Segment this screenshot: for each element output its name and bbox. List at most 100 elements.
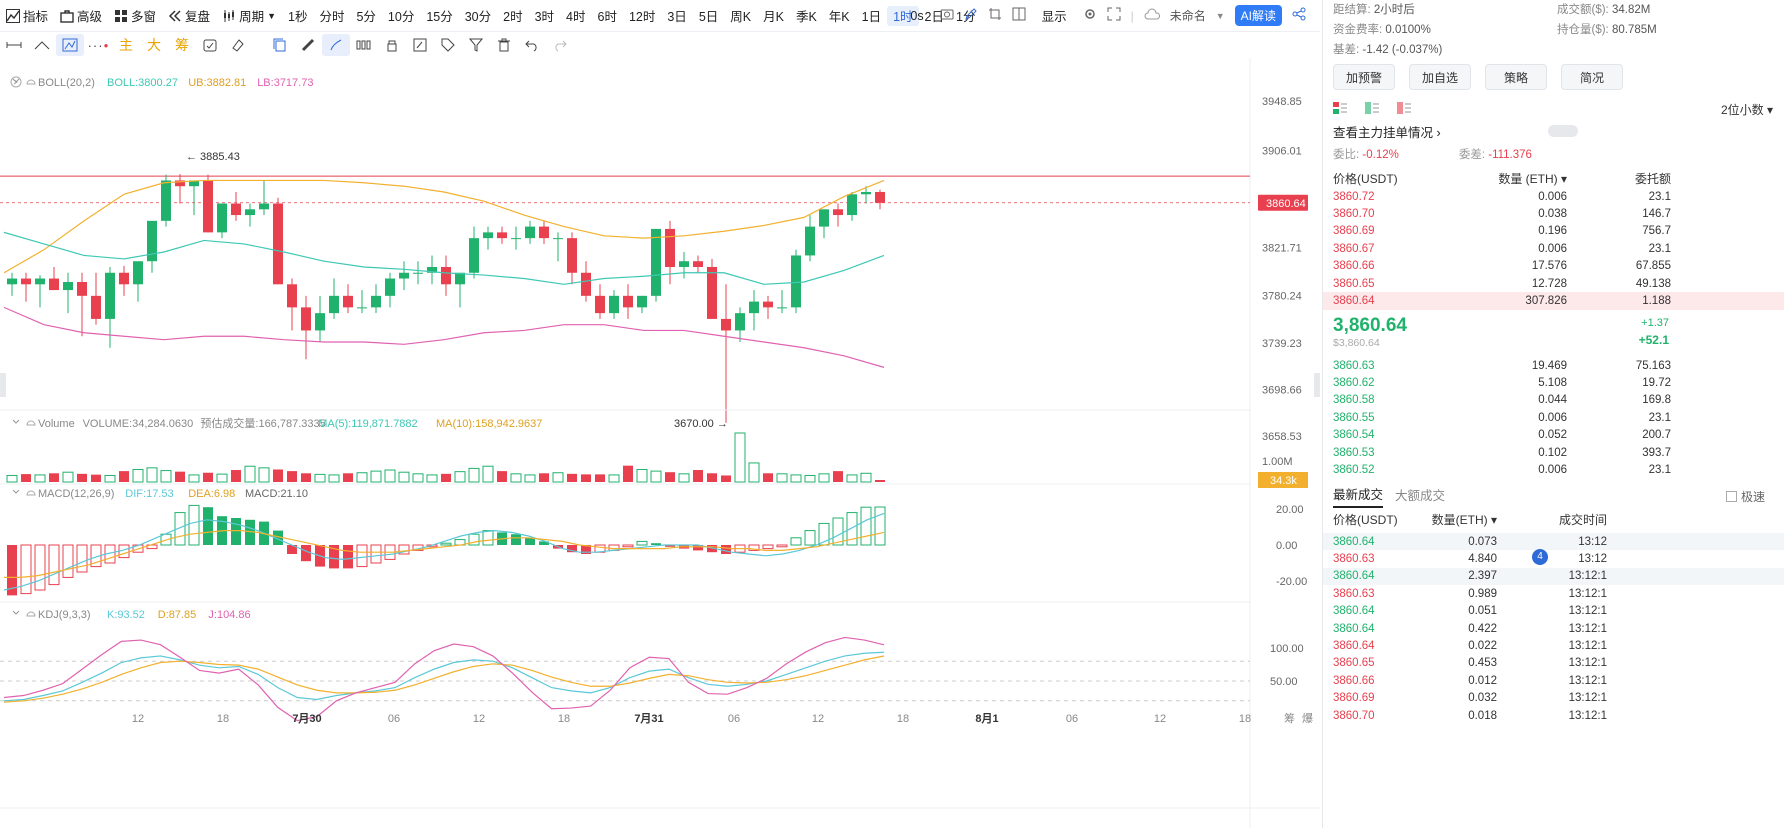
precision-select[interactable]: 2位小数 ▾	[1721, 101, 1773, 118]
more-dots-icon[interactable]: ··· ●	[84, 34, 112, 56]
bids-row[interactable]: 3860.63 19.469 75.163	[1323, 357, 1784, 374]
layout-icon[interactable]	[1012, 7, 1026, 24]
drawing-toolbar: ··· ● 主 大 筹	[0, 32, 620, 58]
eraser-icon[interactable]	[224, 34, 252, 56]
period-14[interactable]: 月K	[757, 6, 790, 25]
candle-body	[875, 191, 885, 203]
period-3[interactable]: 10分	[382, 6, 420, 25]
candlestick-chart[interactable]: BOLL(20,2) BOLL:3800.27 UB:3882.81 LB:3717.…	[0, 58, 1320, 828]
link-icon[interactable]	[294, 34, 322, 56]
candle-body	[847, 194, 857, 216]
chips-tool[interactable]: 筹	[168, 34, 196, 56]
period-12[interactable]: 5日	[693, 6, 724, 25]
period-11[interactable]: 3日	[661, 6, 692, 25]
brush-icon[interactable]	[322, 34, 350, 56]
period-label: 周期	[239, 10, 265, 24]
volume-bar	[384, 469, 396, 483]
period-4[interactable]: 15分	[420, 6, 458, 25]
period-10[interactable]: 12时	[623, 6, 661, 25]
ai-analysis-button[interactable]: AI解读	[1234, 5, 1282, 26]
filter-icon[interactable]	[462, 34, 490, 56]
period-0[interactable]: 1秒	[282, 6, 313, 25]
notification-badge[interactable]: 4	[1532, 549, 1548, 565]
strategy-button[interactable]: 策略	[1485, 64, 1547, 90]
fullscreen-icon[interactable]	[1107, 7, 1121, 24]
bids-row[interactable]: 3860.54 0.052 200.7	[1323, 427, 1784, 444]
asks-row[interactable]: 3860.69 0.196 756.7	[1323, 223, 1784, 240]
replay-button[interactable]: 复盘	[162, 6, 216, 25]
indicator-button[interactable]: 指标	[0, 6, 54, 25]
asks-row[interactable]: 3860.66 17.576 67.855	[1323, 258, 1784, 275]
trade-row: 3860.64 0.051 13:12:1	[1323, 603, 1784, 620]
book-title[interactable]: 查看主力挂单情况 ›	[1333, 122, 1441, 141]
time-tick: 8月1	[975, 712, 998, 725]
period-17[interactable]: 1日	[856, 6, 887, 25]
note-icon[interactable]	[406, 34, 434, 56]
trade-row: 3860.63 4.840 13:12	[1323, 550, 1784, 567]
calendar-icon[interactable]	[196, 34, 224, 56]
period-13[interactable]: 周K	[724, 6, 757, 25]
ray-tool-icon[interactable]	[28, 34, 56, 56]
period-button[interactable]: 周期 ▼	[216, 6, 282, 25]
trash-icon[interactable]	[490, 34, 518, 56]
toggle-switch[interactable]	[1548, 125, 1578, 137]
book-asks-icon[interactable]	[1397, 101, 1411, 117]
alert-button[interactable]: 加预警	[1333, 64, 1395, 90]
period-8[interactable]: 4时	[560, 6, 591, 25]
share-icon[interactable]	[1292, 7, 1306, 24]
bars-icon[interactable]	[350, 34, 378, 56]
tab-latest-trades[interactable]: 最新成交	[1333, 484, 1384, 508]
book-both-icon[interactable]	[1333, 101, 1347, 117]
fast-mode-checkbox[interactable]: 极速	[1725, 488, 1765, 505]
asks-row[interactable]: 3860.72 0.006 23.1	[1323, 188, 1784, 205]
camera-icon[interactable]	[940, 7, 954, 24]
watchlist-button[interactable]: 加自选	[1409, 64, 1471, 90]
line-tool-icon[interactable]	[0, 34, 28, 56]
book-bids-icon[interactable]	[1365, 101, 1379, 117]
period-16[interactable]: 年K	[823, 6, 856, 25]
volume-bar	[273, 469, 283, 482]
asks-row[interactable]: 3860.65 12.728 49.138	[1323, 275, 1784, 292]
bids-list: 3860.63 19.469 75.163 3860.62 5.108 19.72 3860…	[1323, 357, 1784, 479]
bids-row[interactable]: 3860.52 0.006 23.1	[1323, 461, 1784, 478]
period-7[interactable]: 3时	[529, 6, 560, 25]
tag-icon[interactable]	[434, 34, 462, 56]
summary-button[interactable]: 简况	[1561, 64, 1623, 90]
period-9[interactable]: 6时	[592, 6, 623, 25]
price-cell: 3860.64	[1333, 295, 1375, 308]
tab-large-trades[interactable]: 大额成交	[1395, 485, 1445, 507]
bids-row[interactable]: 3860.53 0.102 393.7	[1323, 444, 1784, 461]
period-5[interactable]: 30分	[459, 6, 497, 25]
undo-icon[interactable]	[518, 34, 546, 56]
multi-window-button[interactable]: 多窗	[108, 6, 162, 25]
lock-icon[interactable]	[378, 34, 406, 56]
asks-row[interactable]: 3860.64 307.826 1.188	[1323, 292, 1784, 310]
time-cell: 13:12:1	[1568, 587, 1607, 600]
main-force-tool[interactable]: 主	[112, 34, 140, 56]
volume-bar	[595, 474, 605, 482]
advanced-button[interactable]: 高级	[54, 6, 108, 25]
gear-icon[interactable]	[1083, 7, 1097, 24]
period-1[interactable]: 分时	[313, 6, 350, 25]
copy-icon[interactable]	[266, 34, 294, 56]
period-6[interactable]: 2时	[497, 6, 528, 25]
display-button[interactable]: 显示	[1036, 6, 1073, 25]
layout-name[interactable]: 未命名	[1170, 7, 1206, 24]
period-2[interactable]: 5分	[350, 6, 381, 25]
quantity-cell: 0.196	[1538, 225, 1567, 238]
redo-icon[interactable]	[546, 34, 574, 56]
crop-icon[interactable]	[988, 7, 1002, 24]
chart-area[interactable]: BOLL(20,2) BOLL:3800.27 UB:3882.81 LB:3717.…	[0, 58, 1320, 828]
pen-icon[interactable]	[964, 7, 978, 24]
bids-row[interactable]: 3860.62 5.108 19.72	[1323, 374, 1784, 391]
asks-row[interactable]: 3860.67 0.006 23.1	[1323, 240, 1784, 257]
macd-bar	[636, 540, 648, 546]
volume-bar	[301, 473, 311, 482]
bids-row[interactable]: 3860.55 0.006 23.1	[1323, 409, 1784, 426]
trades-tabs: 最新成交 大额成交 极速	[1333, 484, 1773, 508]
bids-row[interactable]: 3860.58 0.044 169.8	[1323, 392, 1784, 409]
period-15[interactable]: 季K	[790, 6, 823, 25]
pattern-tool-icon[interactable]	[56, 34, 84, 56]
asks-row[interactable]: 3860.70 0.038 146.7	[1323, 205, 1784, 222]
big-order-tool[interactable]: 大	[140, 34, 168, 56]
